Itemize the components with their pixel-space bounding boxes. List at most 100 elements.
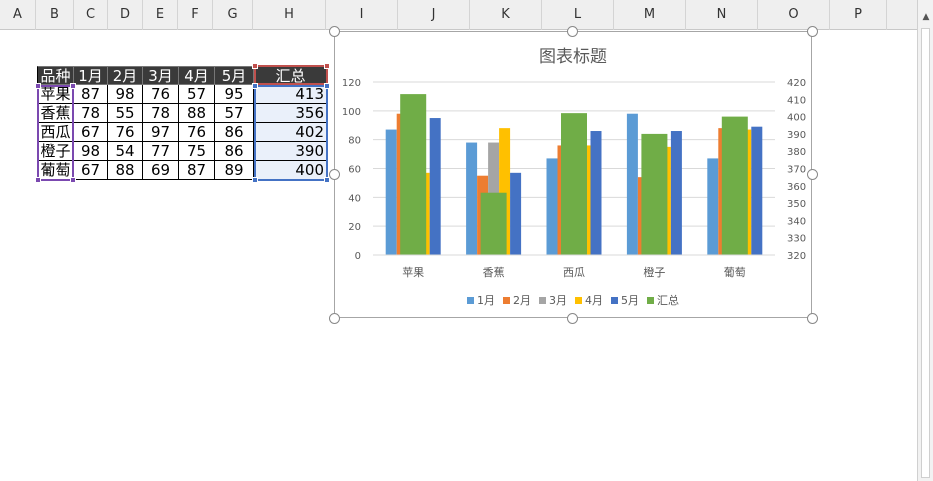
table-cell-value[interactable]: 77 — [143, 142, 179, 161]
y-tick-label: 100 — [342, 107, 361, 118]
chart-resize-handle[interactable] — [329, 26, 340, 37]
column-header-b[interactable]: B — [36, 0, 74, 30]
table-cell-value[interactable]: 76 — [179, 123, 215, 142]
table-cell-name[interactable]: 香蕉 — [37, 104, 74, 123]
column-header-bar: ABCDEFGHIJKLMNOP — [0, 0, 917, 30]
table-header-cell[interactable]: 2月 — [108, 66, 143, 85]
table-cell-value[interactable]: 98 — [74, 142, 108, 161]
column-header-i[interactable]: I — [326, 0, 398, 30]
bar-1月-西瓜[interactable] — [546, 158, 558, 255]
y-tick-label: 80 — [348, 136, 361, 147]
chart-resize-handle[interactable] — [807, 169, 818, 180]
table-cell-value[interactable]: 86 — [215, 123, 254, 142]
column-header-k[interactable]: K — [470, 0, 542, 30]
table-header-cell[interactable]: 品种 — [37, 66, 74, 85]
table-cell-value[interactable]: 87 — [179, 161, 215, 180]
scroll-up-arrow-icon[interactable]: ▲ — [918, 10, 933, 24]
column-header-o[interactable]: O — [758, 0, 830, 30]
scrollbar-thumb[interactable] — [921, 28, 930, 478]
table-header-cell[interactable]: 5月 — [215, 66, 254, 85]
table-cell-value[interactable]: 88 — [179, 104, 215, 123]
chart-resize-handle[interactable] — [807, 313, 818, 324]
legend-label: 5月 — [621, 294, 639, 307]
y2-tick-label: 360 — [787, 182, 806, 193]
legend-item[interactable]: 1月 — [467, 292, 495, 308]
column-header-a[interactable]: A — [0, 0, 36, 30]
table-cell-value[interactable]: 88 — [108, 161, 143, 180]
bar-5月-橙子[interactable] — [670, 131, 682, 255]
table-cell-value[interactable]: 57 — [215, 104, 254, 123]
vertical-scrollbar[interactable]: ▲ — [917, 0, 933, 481]
table-cell-value[interactable]: 89 — [215, 161, 254, 180]
bar-1月-香蕉[interactable] — [466, 142, 478, 255]
table-cell-value[interactable]: 98 — [108, 85, 143, 104]
table-cell-total[interactable]: 413 — [254, 85, 328, 104]
table-header-cell[interactable]: 1月 — [74, 66, 108, 85]
table-cell-total[interactable]: 390 — [254, 142, 328, 161]
column-header-m[interactable]: M — [614, 0, 686, 30]
y-tick-label: 0 — [355, 251, 361, 262]
chart-plot-area[interactable]: 0 20 40 60 80 100 120 320 330 340 350 360 370 380 390 4… — [335, 32, 813, 319]
bar-汇总-橙子[interactable] — [641, 133, 668, 255]
table-cell-total[interactable]: 356 — [254, 104, 328, 123]
bar-汇总-苹果[interactable] — [400, 94, 427, 255]
legend-item[interactable]: 4月 — [575, 292, 603, 308]
bar-1月-橙子[interactable] — [626, 113, 638, 255]
table-cell-value[interactable]: 75 — [179, 142, 215, 161]
column-header-e[interactable]: E — [143, 0, 178, 30]
table-cell-value[interactable]: 76 — [108, 123, 143, 142]
table-cell-value[interactable]: 55 — [108, 104, 143, 123]
table-cell-value[interactable]: 69 — [143, 161, 179, 180]
table-header-cell[interactable]: 4月 — [179, 66, 215, 85]
bar-5月-苹果[interactable] — [429, 118, 441, 256]
table-cell-value[interactable]: 67 — [74, 161, 108, 180]
bar-汇总-西瓜[interactable] — [561, 113, 587, 255]
bar-5月-西瓜[interactable] — [590, 131, 602, 255]
table-cell-value[interactable]: 97 — [143, 123, 179, 142]
bar-1月-苹果[interactable] — [385, 129, 397, 255]
chart-resize-handle[interactable] — [807, 26, 818, 37]
bar-5月-葡萄[interactable] — [751, 126, 763, 255]
table-cell-total[interactable]: 402 — [254, 123, 328, 142]
chart-object[interactable]: 图表标题 0 20 40 60 80 100 120 320 330 340 350 360 370 38… — [334, 31, 812, 318]
table-cell-value[interactable]: 87 — [74, 85, 108, 104]
table-cell-value[interactable]: 54 — [108, 142, 143, 161]
table-cell-name[interactable]: 西瓜 — [37, 123, 74, 142]
table-cell-name[interactable]: 苹果 — [37, 85, 74, 104]
table-cell-total[interactable]: 400 — [254, 161, 328, 180]
chart-resize-handle[interactable] — [329, 169, 340, 180]
table-cell-name[interactable]: 橙子 — [37, 142, 74, 161]
table-cell-value[interactable]: 57 — [179, 85, 215, 104]
chart-resize-handle[interactable] — [567, 313, 578, 324]
table-header-cell[interactable]: 汇总 — [254, 66, 328, 85]
legend-item[interactable]: 3月 — [539, 292, 567, 308]
chart-legend[interactable]: 1月 2月 3月 4月 5月 汇总 — [335, 292, 811, 308]
column-header-d[interactable]: D — [108, 0, 143, 30]
bar-1月-葡萄[interactable] — [707, 158, 719, 255]
column-header-f[interactable]: F — [178, 0, 213, 30]
table-cell-name[interactable]: 葡萄 — [37, 161, 74, 180]
table-cell-value[interactable]: 78 — [74, 104, 108, 123]
legend-item[interactable]: 汇总 — [647, 292, 679, 308]
table-cell-value[interactable]: 86 — [215, 142, 254, 161]
bar-汇总-葡萄[interactable] — [721, 116, 748, 255]
bar-汇总-香蕉[interactable] — [480, 192, 507, 255]
column-header-h[interactable]: H — [253, 0, 326, 30]
bar-5月-香蕉[interactable] — [510, 172, 522, 255]
column-header-n[interactable]: N — [686, 0, 758, 30]
chart-resize-handle[interactable] — [567, 26, 578, 37]
legend-label: 3月 — [549, 294, 567, 307]
chart-resize-handle[interactable] — [329, 313, 340, 324]
column-header-g[interactable]: G — [213, 0, 253, 30]
legend-item[interactable]: 2月 — [503, 292, 531, 308]
table-cell-value[interactable]: 78 — [143, 104, 179, 123]
column-header-c[interactable]: C — [74, 0, 108, 30]
legend-item[interactable]: 5月 — [611, 292, 639, 308]
table-cell-value[interactable]: 67 — [74, 123, 108, 142]
table-cell-value[interactable]: 76 — [143, 85, 179, 104]
column-header-p[interactable]: P — [830, 0, 887, 30]
column-header-j[interactable]: J — [398, 0, 470, 30]
table-header-cell[interactable]: 3月 — [143, 66, 179, 85]
table-cell-value[interactable]: 95 — [215, 85, 254, 104]
column-header-l[interactable]: L — [542, 0, 614, 30]
